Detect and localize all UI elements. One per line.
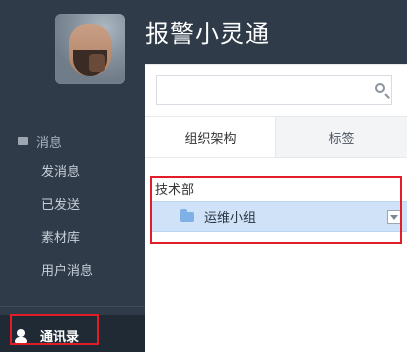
avatar[interactable] <box>55 14 125 84</box>
sidebar-item-sent[interactable]: 已发送 <box>41 187 145 220</box>
sidebar-item-label: 已发送 <box>41 198 81 213</box>
tab-label: 标签 <box>328 131 355 147</box>
left-sidebar: 消息 发消息 已发送 素材库 用户消息 通讯录 <box>0 0 145 352</box>
contacts-highlight-box <box>10 314 99 345</box>
sidebar-item-media-library[interactable]: 素材库 <box>41 220 145 253</box>
sidebar-item-user-messages[interactable]: 用户消息 <box>41 253 145 286</box>
department-label: 技术部 <box>155 182 195 198</box>
group-dropdown-button[interactable] <box>387 210 401 224</box>
search-input[interactable] <box>163 76 372 104</box>
sidebar-item-label: 素材库 <box>41 231 81 246</box>
tabs: 组织架构 标签 <box>145 116 407 158</box>
avatar-cup <box>89 54 105 72</box>
sidebar-item-label: 用户消息 <box>41 264 94 279</box>
org-tree: 技术部 运维小组 <box>145 175 407 232</box>
tab-organization[interactable]: 组织架构 <box>145 117 276 157</box>
tree-group-row[interactable]: 运维小组 <box>152 201 407 232</box>
app-title: 报警小灵通 <box>145 20 270 48</box>
chevron-down-icon <box>390 215 398 220</box>
sidebar-divider <box>0 306 145 307</box>
message-icon <box>18 137 28 145</box>
search-icon[interactable] <box>373 81 391 99</box>
sidebar-item-send-message[interactable]: 发消息 <box>41 154 145 187</box>
tab-tags[interactable]: 标签 <box>276 117 407 157</box>
contacts-panel: 组织架构 标签 技术部 运维小组 <box>145 64 407 352</box>
folder-icon <box>180 208 194 222</box>
sidebar-item-label: 发消息 <box>41 165 81 180</box>
search-box <box>156 75 392 105</box>
tab-label: 组织架构 <box>184 131 237 147</box>
sidebar-nav: 消息 发消息 已发送 素材库 用户消息 <box>0 128 145 307</box>
group-label: 运维小组 <box>204 211 257 226</box>
tree-department[interactable]: 技术部 <box>145 175 407 201</box>
sidebar-section-messages: 消息 <box>18 128 145 154</box>
sidebar-section-label: 消息 <box>36 135 63 151</box>
